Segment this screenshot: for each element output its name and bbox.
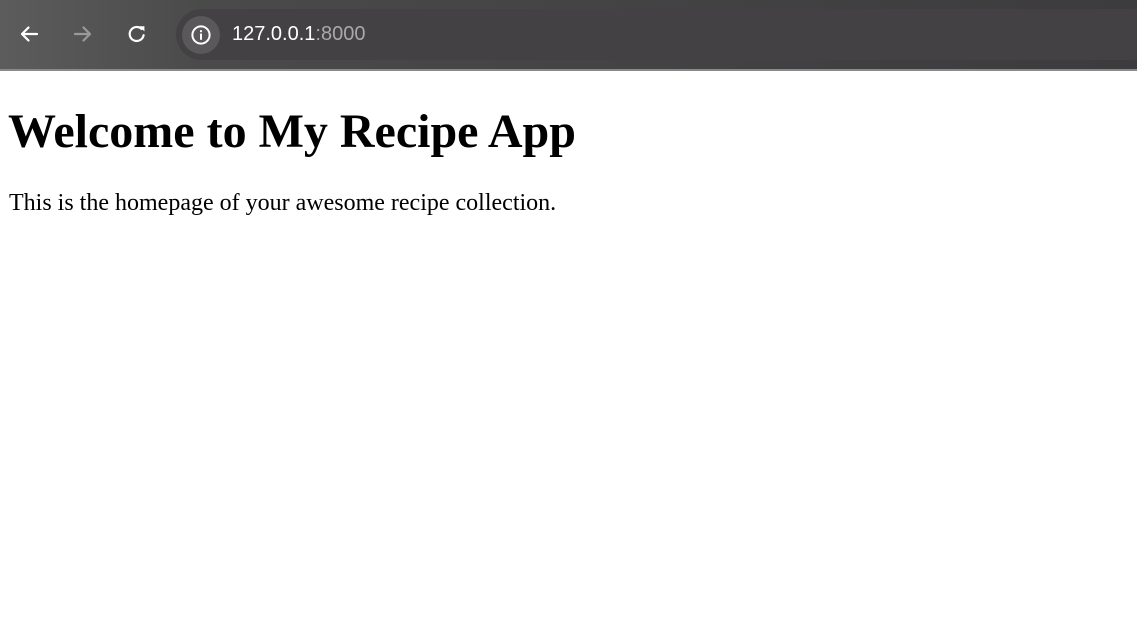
url-text[interactable]: 127.0.0.1:8000	[232, 22, 365, 46]
address-bar[interactable]: 127.0.0.1:8000	[176, 9, 1137, 60]
url-port: :8000	[315, 23, 366, 45]
browser-toolbar: 127.0.0.1:8000	[0, 0, 1137, 71]
back-button[interactable]	[12, 17, 46, 51]
url-host: 127.0.0.1	[232, 23, 316, 45]
reload-button[interactable]	[120, 17, 154, 51]
page-content: Welcome to My Recipe App This is the hom…	[0, 71, 1137, 631]
site-info-button[interactable]	[182, 16, 220, 54]
reload-icon	[128, 25, 145, 43]
page-description: This is the homepage of your awesome rec…	[9, 190, 557, 216]
page-title: Welcome to My Recipe App	[8, 105, 576, 158]
forward-button[interactable]	[66, 17, 100, 51]
arrow-right-icon	[73, 26, 92, 42]
arrow-left-icon	[20, 26, 39, 42]
info-icon	[191, 25, 211, 45]
